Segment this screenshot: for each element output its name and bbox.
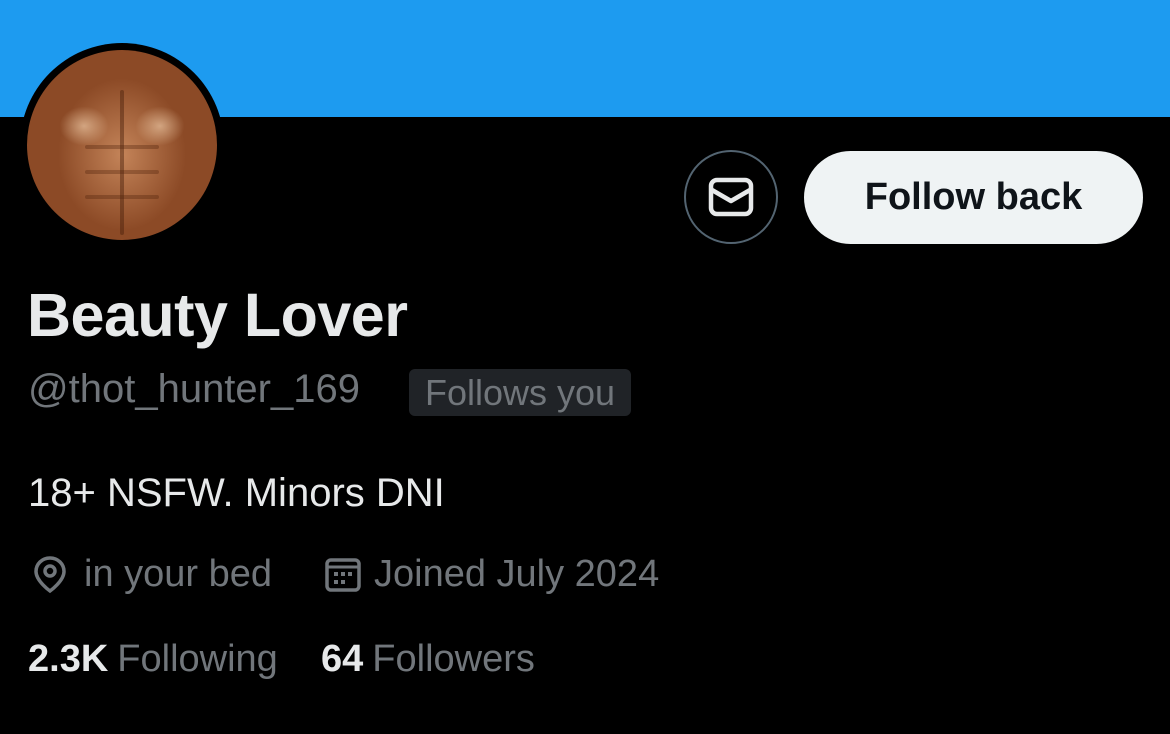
profile-joined-date: Joined July 2024 xyxy=(324,551,659,597)
avatar-detail xyxy=(85,170,159,174)
follows-you-badge: Follows you xyxy=(409,369,632,416)
avatar-detail xyxy=(85,195,159,199)
calendar-icon xyxy=(325,558,361,592)
location-text: in your bed xyxy=(84,553,273,595)
message-button[interactable] xyxy=(684,150,778,244)
followers-label: Followers xyxy=(372,638,535,680)
map-pin-icon xyxy=(34,556,66,594)
avatar-detail xyxy=(85,145,159,149)
avatar-image xyxy=(27,50,217,240)
following-label: Following xyxy=(117,638,278,680)
following-stat[interactable]: 2.3K Following xyxy=(28,636,278,682)
profile-avatar[interactable] xyxy=(20,43,224,247)
avatar-detail xyxy=(120,90,124,235)
display-name: Beauty Lover xyxy=(27,281,408,349)
profile-location: in your bed xyxy=(30,551,272,597)
user-handle: @thot_hunter_169 xyxy=(28,367,360,411)
following-count: 2.3K xyxy=(28,638,109,680)
followers-stat[interactable]: 64 Followers xyxy=(321,636,535,682)
follow-back-button[interactable]: Follow back xyxy=(804,151,1143,244)
followers-count: 64 xyxy=(321,638,364,680)
profile-bio: 18+ NSFW. Minors DNI xyxy=(28,471,445,515)
envelope-icon xyxy=(708,177,754,217)
joined-text: Joined July 2024 xyxy=(374,553,660,595)
